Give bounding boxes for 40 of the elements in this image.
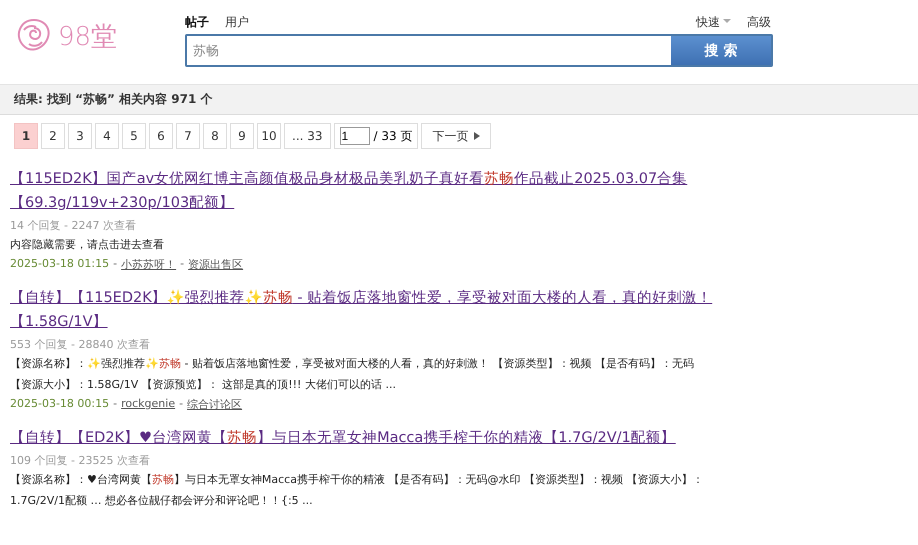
result-excerpt: 1.7G/2V/1配额 … 想必各位靓仔都会评分和评论吧！！{:5 ... (10, 493, 314, 509)
separator-text: - (113, 257, 118, 272)
reply-view-count: 14 个回复 - 2247 次查看 (10, 218, 137, 233)
author-link[interactable]: 小苏苏呀！ (121, 257, 176, 272)
page-link[interactable]: ... 33 (284, 123, 331, 149)
total-pages-text: / 33 页 (374, 128, 412, 144)
page-link[interactable]: 6 (149, 123, 173, 149)
page-link[interactable]: 3 (68, 123, 92, 149)
result-excerpt: 【资源大小】：1.58G/1V 【资源预览】： 这部是真的顶!!! 大佬们可以的话 ... (10, 377, 397, 393)
result-count-text: 结果: 找到 “苏畅” 相关内容 971 个 (14, 92, 213, 106)
reply-view-count: 553 个回复 - 28840 次查看 (10, 337, 151, 352)
page-link[interactable]: 4 (95, 123, 119, 149)
triangle-icon (474, 132, 480, 140)
result-excerpt: 【资源名称】：♥台湾网黄【苏畅】与日本无罩女神Macca携手榨干你的精液 【是否有码】：无码@水印 【资源类型】：视频 【资源大小】： (10, 472, 704, 488)
author-link[interactable]: rockgenie (121, 397, 176, 412)
forum-link[interactable]: 综合讨论区 (187, 397, 242, 412)
page-number-field[interactable]: 1 (340, 127, 370, 145)
separator-text: - (113, 397, 118, 412)
search-tab[interactable]: 用户 (225, 14, 250, 31)
result-excerpt: 内容隐藏需要，请点击进去查看 (10, 237, 165, 253)
result-excerpt: 【资源名称】：✨强烈推荐✨苏畅 - 贴着饭店落地窗性爱，享受被对面大楼的人看，真的好刺激！ 【资源类型】：视频 【是否有码】：无码 (10, 356, 695, 372)
post-date: 2025-03-18 00:15 (10, 397, 110, 412)
forum-link[interactable]: 资源出售区 (188, 257, 244, 272)
page-link[interactable]: 9 (230, 123, 254, 149)
separator-text: - (179, 397, 184, 412)
search-button[interactable]: 搜 索 (671, 36, 772, 65)
page-link[interactable]: 2 (41, 123, 65, 149)
next-page-button[interactable]: 下一页 (421, 123, 492, 149)
search-tab[interactable]: 帖子 (185, 14, 210, 31)
quick-dropdown[interactable]: 快速 (696, 14, 732, 31)
page-link[interactable]: 8 (203, 123, 227, 149)
search-field[interactable]: 苏畅 搜 索 (185, 34, 774, 67)
page-link[interactable]: 1 (14, 123, 38, 149)
page-link[interactable]: 7 (176, 123, 200, 149)
advanced-search-link[interactable]: 高级 (747, 14, 772, 31)
page-link[interactable]: 10 (257, 123, 281, 149)
post-date: 2025-03-18 01:15 (10, 257, 110, 272)
page-link[interactable]: 5 (122, 123, 146, 149)
reply-view-count: 109 个回复 - 23525 次查看 (10, 453, 151, 468)
separator-text: - (180, 257, 184, 272)
